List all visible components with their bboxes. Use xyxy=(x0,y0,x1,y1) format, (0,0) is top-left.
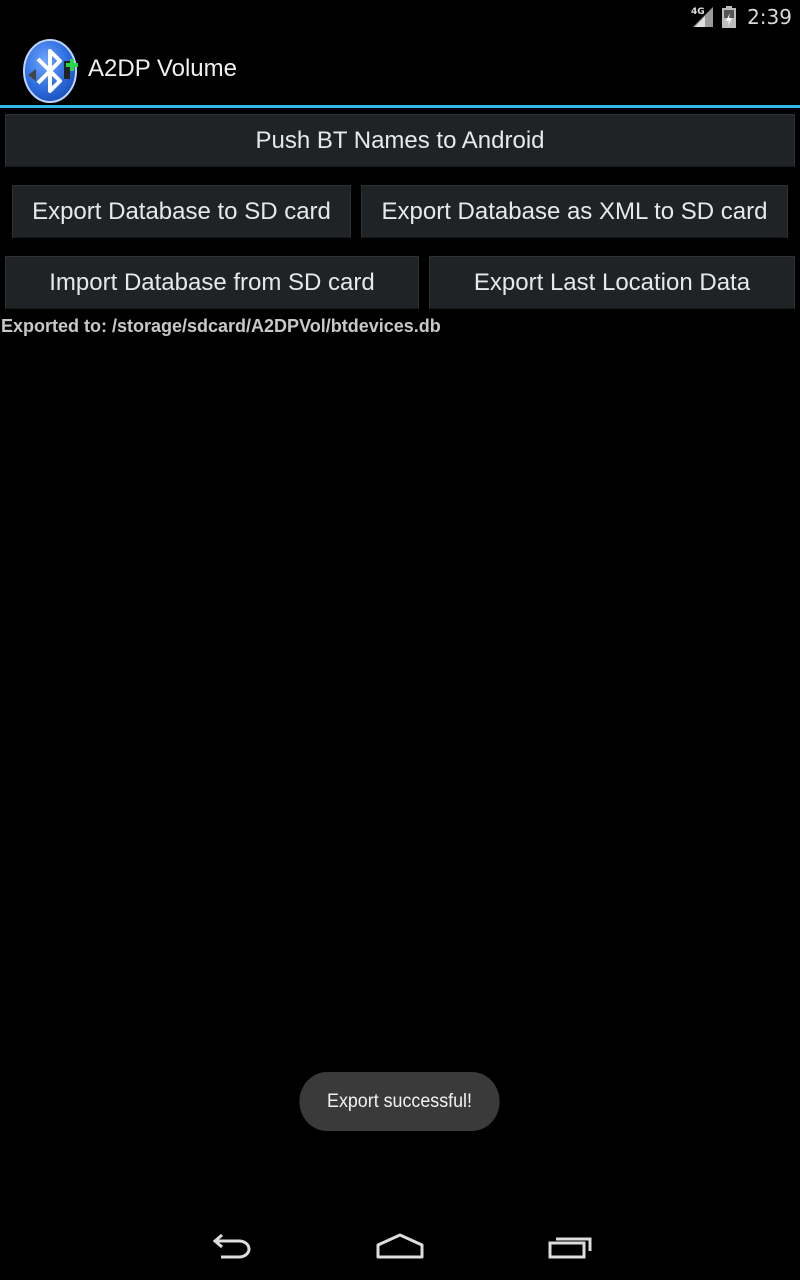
home-button[interactable] xyxy=(360,1226,440,1266)
recent-apps-button[interactable] xyxy=(530,1226,610,1266)
import-database-sd-button[interactable]: Import Database from SD card xyxy=(5,256,419,309)
status-indicators: 4G 2:39 xyxy=(691,0,792,33)
action-bar: A2DP Volume xyxy=(0,33,800,108)
export-last-location-button[interactable]: Export Last Location Data xyxy=(429,256,795,309)
bluetooth-app-icon[interactable] xyxy=(22,39,80,103)
export-status-text: Exported to: /storage/sdcard/A2DPVol/btd… xyxy=(1,316,441,336)
toast-message: Export successful! xyxy=(299,1072,500,1131)
export-database-xml-button[interactable]: Export Database as XML to SD card xyxy=(361,185,788,238)
app-title: A2DP Volume xyxy=(88,55,237,82)
home-icon xyxy=(376,1233,424,1259)
export-database-sd-button[interactable]: Export Database to SD card xyxy=(12,185,351,238)
battery-icon xyxy=(722,5,737,28)
back-button[interactable] xyxy=(190,1226,270,1266)
status-clock: 2:39 xyxy=(747,4,792,29)
push-bt-names-button[interactable]: Push BT Names to Android xyxy=(5,114,795,167)
signal-icon: 4G xyxy=(691,6,714,27)
network-type-label: 4G xyxy=(691,7,705,17)
recent-apps-icon xyxy=(548,1237,592,1259)
back-icon xyxy=(212,1233,251,1259)
status-bar: 4G 2:39 xyxy=(0,0,800,33)
navigation-bar xyxy=(0,1208,800,1280)
